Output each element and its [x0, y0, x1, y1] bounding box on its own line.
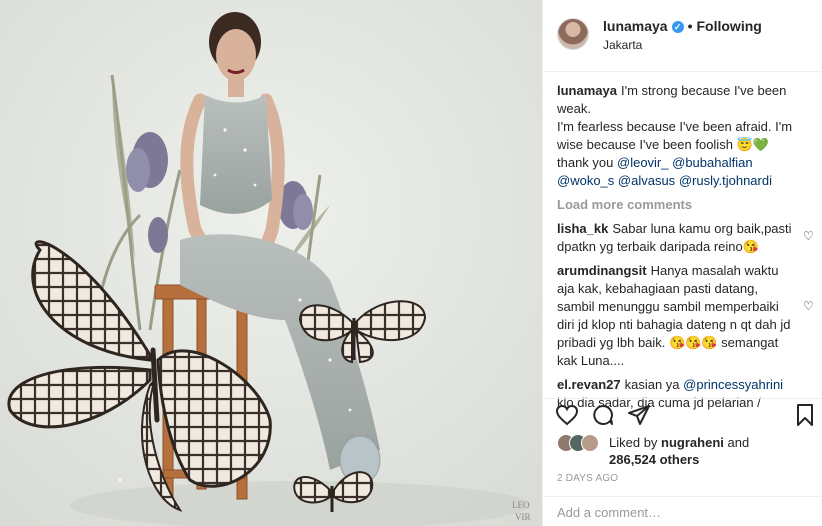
separator-dot: •: [687, 18, 693, 34]
liker-username[interactable]: nugraheni: [661, 435, 724, 450]
bookmark-icon[interactable]: [793, 403, 817, 427]
photo-illustration: LEO VIR: [0, 0, 542, 526]
mention-link[interactable]: @leovir_: [617, 155, 669, 170]
post-photo[interactable]: LEO VIR: [0, 0, 542, 526]
avatar[interactable]: [581, 434, 599, 452]
comment-username[interactable]: el.revan27: [557, 377, 621, 392]
likes-prefix: Liked by: [609, 435, 658, 450]
post-timestamp[interactable]: 2 DAYS AGO: [557, 473, 618, 484]
avatar[interactable]: [557, 18, 589, 50]
heart-icon[interactable]: [555, 403, 579, 427]
comment-username[interactable]: lisha_kk: [557, 221, 608, 236]
comment-input[interactable]: [557, 505, 807, 520]
verified-badge-icon: ✓: [671, 21, 684, 33]
comment-username[interactable]: arumdinangsit: [557, 263, 647, 278]
comment-icon[interactable]: [591, 403, 615, 427]
likes-summary: Liked by nugraheni and 286,524 others: [557, 434, 817, 468]
mention-link[interactable]: @bubahalfian: [672, 155, 752, 170]
header-user-row: lunamaya ✓ • Following: [603, 18, 762, 34]
comment-like-heart-icon[interactable]: ♡: [803, 300, 815, 312]
share-icon[interactable]: [627, 403, 651, 427]
mention-link[interactable]: @rusly.tjohnardi: [679, 173, 772, 188]
liker-avatars: [557, 434, 601, 452]
caption: lunamaya I'm strong because I've been wea…: [557, 82, 797, 190]
load-more-comments-button[interactable]: Load more comments: [557, 196, 797, 214]
username-link[interactable]: lunamaya: [603, 18, 668, 34]
mention-link[interactable]: @woko_s: [557, 173, 614, 188]
comment-text: Hanya masalah waktu aja kak, kebahagiaan…: [557, 263, 791, 368]
location-link[interactable]: Jakarta: [603, 38, 642, 52]
likes-count-link[interactable]: 286,524 others: [609, 452, 699, 467]
comments-list: lunamaya I'm strong because I've been wea…: [557, 82, 814, 418]
following-button[interactable]: Following: [697, 18, 762, 34]
instagram-post: LEO VIR lunamaya ✓ • Following Jakarta luna…: [0, 0, 822, 526]
add-comment-section: [543, 496, 822, 526]
comment-item: lisha_kk Sabar luna kamu org baik,pasti d…: [557, 220, 814, 256]
action-bar: [543, 398, 822, 432]
mention-link[interactable]: @alvasus: [618, 173, 675, 188]
post-header: lunamaya ✓ • Following Jakarta: [543, 0, 822, 72]
likes-text: Liked by nugraheni and 286,524 others: [609, 434, 749, 468]
comment-item: arumdinangsit Hanya masalah waktu aja kak…: [557, 262, 814, 370]
watermark-text: LEO: [512, 500, 530, 510]
comment-text: kasian ya: [624, 377, 680, 392]
likes-connector: and: [727, 435, 750, 450]
caption-username[interactable]: lunamaya: [557, 83, 617, 98]
svg-text:VIR: VIR: [515, 512, 531, 522]
mention-link[interactable]: @princessyahrini: [683, 377, 783, 392]
comment-like-heart-icon[interactable]: ♡: [803, 230, 815, 242]
post-side-panel: lunamaya ✓ • Following Jakarta lunamaya I'm …: [542, 0, 822, 526]
